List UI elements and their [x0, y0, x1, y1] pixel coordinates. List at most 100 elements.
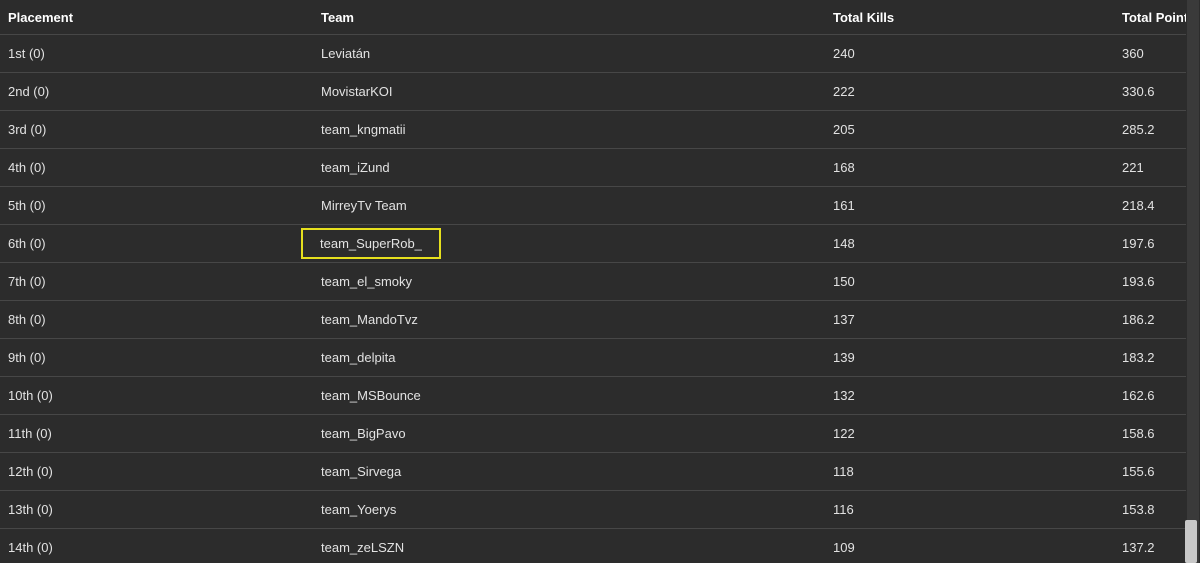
- team-name: team_kngmatii: [321, 122, 406, 137]
- table-row[interactable]: 2nd (0) MovistarKOI 222 330.6: [0, 72, 1186, 111]
- cell-total-kills-text: 137: [833, 312, 855, 327]
- scrollbar-thumb[interactable]: [1185, 520, 1197, 563]
- cell-placement: 2nd (0): [0, 72, 313, 111]
- cell-total-points-text: 197.6: [1122, 236, 1155, 251]
- cell-total-points-text: 218.4: [1122, 198, 1155, 213]
- table-row[interactable]: 12th (0) team_Sirvega 118 155.6: [0, 452, 1186, 491]
- cell-placement: 9th (0): [0, 338, 313, 377]
- cell-total-points: 360: [1114, 34, 1186, 73]
- cell-total-points: 218.4: [1114, 186, 1186, 225]
- cell-placement-text: 9th (0): [8, 350, 46, 365]
- table-row[interactable]: 9th (0) team_delpita 139 183.2: [0, 338, 1186, 377]
- cell-total-points-text: 193.6: [1122, 274, 1155, 289]
- leaderboard-view: Placement Team Total Kills Total Points …: [0, 0, 1200, 563]
- table-row[interactable]: 6th (0) team_SuperRob_ 148 197.6: [0, 224, 1186, 263]
- cell-placement-text: 4th (0): [8, 160, 46, 175]
- header-team[interactable]: Team: [313, 0, 825, 35]
- cell-total-kills: 161: [825, 186, 1114, 225]
- cell-total-points: 153.8: [1114, 490, 1186, 529]
- table-body: 1st (0) Leviatán 240 360 2nd (0) MovistarKOI 2…: [0, 34, 1186, 563]
- cell-total-points-text: 153.8: [1122, 502, 1155, 517]
- cell-total-kills: 240: [825, 34, 1114, 73]
- cell-placement-text: 10th (0): [8, 388, 53, 403]
- cell-placement-text: 13th (0): [8, 502, 53, 517]
- cell-total-points: 137.2: [1114, 528, 1186, 563]
- table-row[interactable]: 7th (0) team_el_smoky 150 193.6: [0, 262, 1186, 301]
- table-row[interactable]: 4th (0) team_iZund 168 221: [0, 148, 1186, 187]
- cell-team: team_Yoerys: [313, 490, 825, 529]
- cell-total-kills: 109: [825, 528, 1114, 563]
- cell-team: MovistarKOI: [313, 72, 825, 111]
- header-total-points[interactable]: Total Points: [1114, 0, 1195, 35]
- cell-total-points: 197.6: [1114, 224, 1186, 263]
- cell-total-kills-text: 205: [833, 122, 855, 137]
- cell-total-kills: 139: [825, 338, 1114, 377]
- cell-placement: 14th (0): [0, 528, 313, 563]
- cell-total-kills: 205: [825, 110, 1114, 149]
- cell-total-points: 155.6: [1114, 452, 1186, 491]
- cell-total-points: 221: [1114, 148, 1186, 187]
- cell-total-points: 158.6: [1114, 414, 1186, 453]
- cell-total-kills-text: 118: [833, 464, 854, 479]
- cell-total-kills-text: 168: [833, 160, 855, 175]
- cell-total-points-text: 360: [1122, 46, 1144, 61]
- cell-total-kills-text: 132: [833, 388, 855, 403]
- team-name: Leviatán: [321, 46, 371, 61]
- team-name: team_MandoTvz: [321, 312, 418, 327]
- header-total-kills[interactable]: Total Kills: [825, 0, 1114, 35]
- cell-placement-text: 2nd (0): [8, 84, 50, 99]
- cell-placement: 11th (0): [0, 414, 313, 453]
- leaderboard-table: Placement Team Total Kills Total Points …: [0, 0, 1195, 563]
- scrollbar-track[interactable]: [1185, 0, 1199, 563]
- cell-total-kills: 118: [825, 452, 1114, 491]
- cell-placement: 1st (0): [0, 34, 313, 73]
- cell-placement: 8th (0): [0, 300, 313, 339]
- table-row[interactable]: 11th (0) team_BigPavo 122 158.6: [0, 414, 1186, 453]
- cell-team: team_Sirvega: [313, 452, 825, 491]
- team-name: team_iZund: [321, 160, 390, 175]
- cell-team: team_el_smoky: [313, 262, 825, 301]
- cell-team: team_delpita: [313, 338, 825, 377]
- cell-total-points: 186.2: [1114, 300, 1186, 339]
- table-row[interactable]: 8th (0) team_MandoTvz 137 186.2: [0, 300, 1186, 339]
- table-row[interactable]: 14th (0) team_zeLSZN 109 137.2: [0, 528, 1186, 563]
- cell-placement: 4th (0): [0, 148, 313, 187]
- vertical-scrollbar[interactable]: [1185, 0, 1200, 563]
- team-name: team_el_smoky: [321, 274, 413, 289]
- team-name: MovistarKOI: [321, 84, 393, 99]
- team-name: MirreyTv Team: [321, 198, 407, 213]
- cell-total-kills: 150: [825, 262, 1114, 301]
- cell-placement-text: 1st (0): [8, 46, 45, 61]
- cell-team: team_zeLSZN: [313, 528, 825, 563]
- cell-total-points-text: 155.6: [1122, 464, 1155, 479]
- table-header: Placement Team Total Kills Total Points: [0, 0, 1195, 35]
- cell-placement-text: 14th (0): [8, 540, 53, 555]
- cell-total-kills-text: 122: [833, 426, 855, 441]
- cell-placement-text: 12th (0): [8, 464, 53, 479]
- table-row[interactable]: 3rd (0) team_kngmatii 205 285.2: [0, 110, 1186, 149]
- cell-total-points: 193.6: [1114, 262, 1186, 301]
- cell-total-kills-text: 109: [833, 540, 855, 555]
- header-placement[interactable]: Placement: [0, 0, 313, 35]
- team-name: team_Yoerys: [321, 502, 397, 517]
- cell-total-points-text: 137.2: [1122, 540, 1155, 555]
- cell-total-kills: 148: [825, 224, 1114, 263]
- table-row[interactable]: 13th (0) team_Yoerys 116 153.8: [0, 490, 1186, 529]
- cell-total-points-text: 158.6: [1122, 426, 1155, 441]
- cell-placement-text: 6th (0): [8, 236, 46, 251]
- table-row[interactable]: 10th (0) team_MSBounce 132 162.6: [0, 376, 1186, 415]
- cell-total-kills-text: 222: [833, 84, 855, 99]
- cell-placement-text: 5th (0): [8, 198, 46, 213]
- cell-placement: 12th (0): [0, 452, 313, 491]
- cell-team: team_iZund: [313, 148, 825, 187]
- table-row[interactable]: 1st (0) Leviatán 240 360: [0, 34, 1186, 73]
- cell-total-points-text: 330.6: [1122, 84, 1155, 99]
- team-name: team_SuperRob_: [301, 228, 441, 259]
- cell-total-kills-text: 148: [833, 236, 855, 251]
- cell-total-kills-text: 139: [833, 350, 855, 365]
- cell-total-points-text: 221: [1122, 160, 1144, 175]
- table-row[interactable]: 5th (0) MirreyTv Team 161 218.4: [0, 186, 1186, 225]
- cell-team: team_BigPavo: [313, 414, 825, 453]
- cell-total-points-text: 183.2: [1122, 350, 1155, 365]
- cell-total-kills: 116: [825, 490, 1114, 529]
